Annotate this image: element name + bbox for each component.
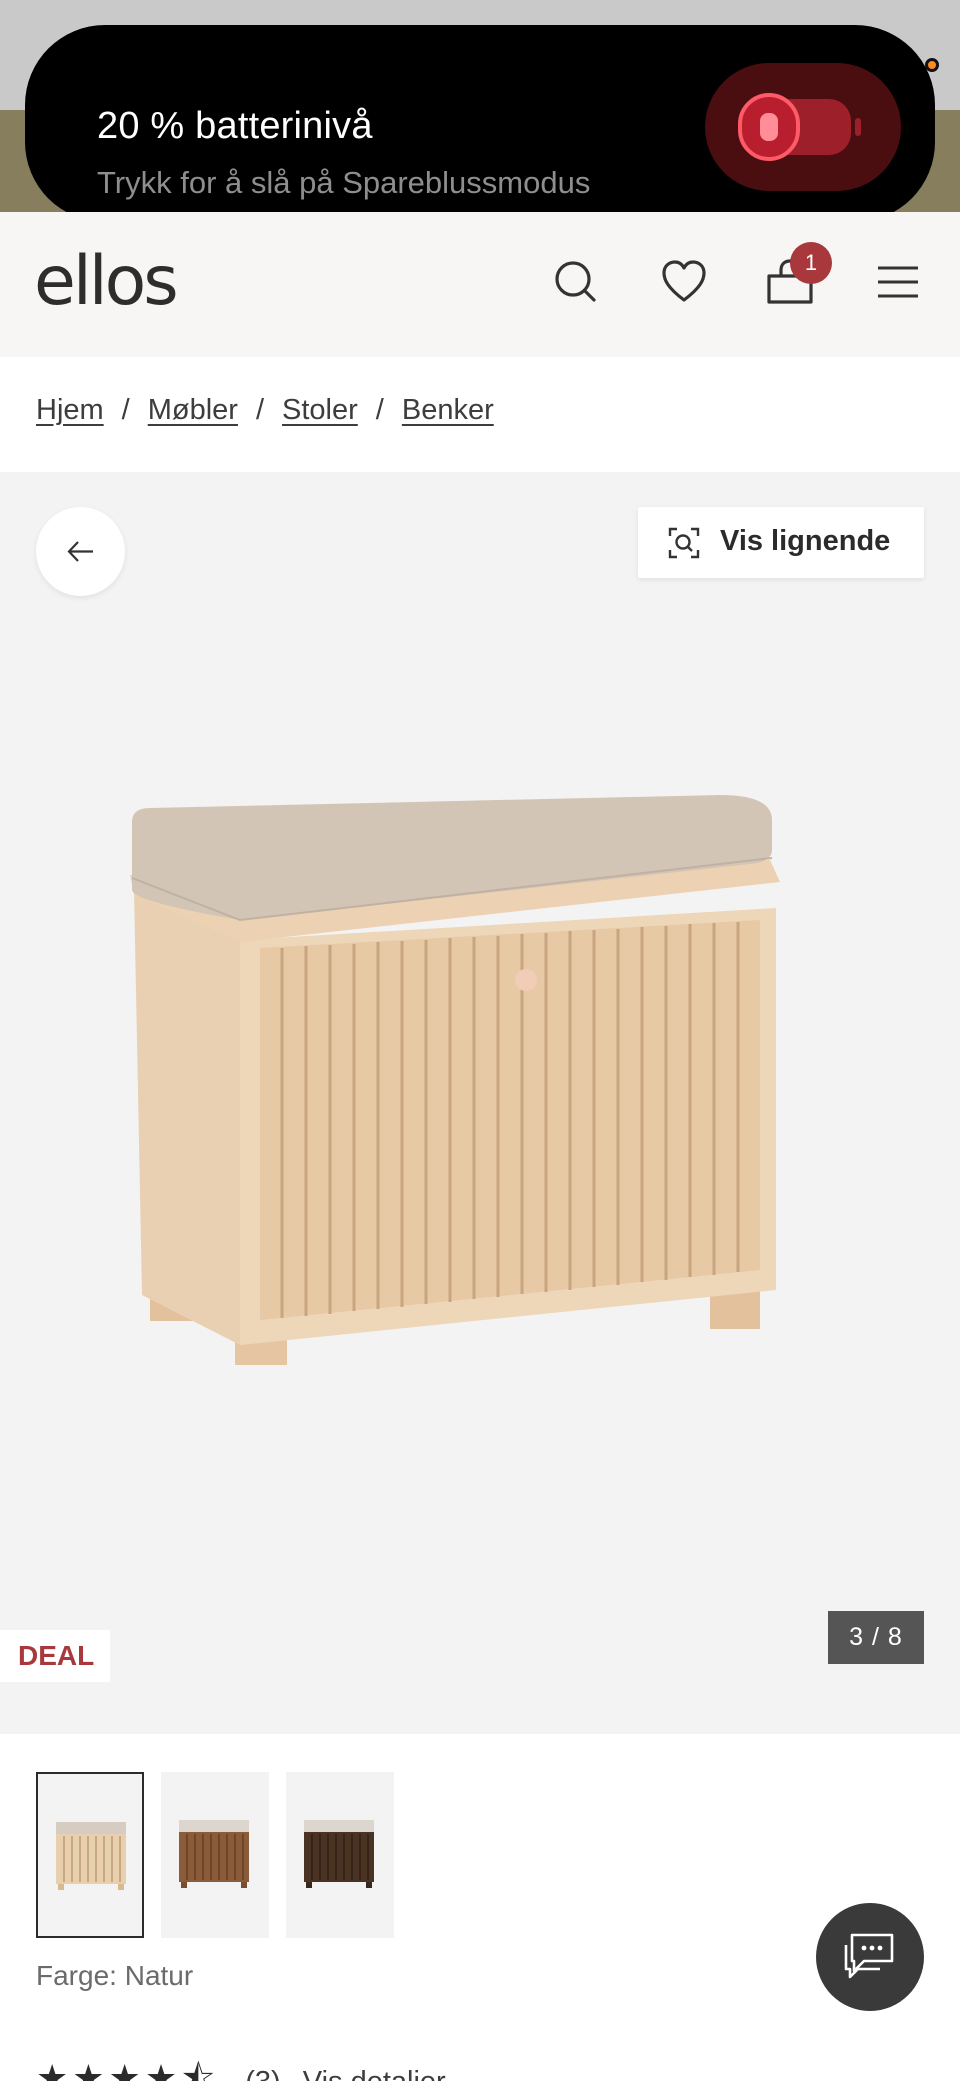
arrow-left-icon	[67, 541, 93, 562]
image-counter: 3 / 8	[828, 1611, 924, 1664]
selected-color-value: Natur	[124, 1960, 194, 1991]
product-page: 20 % batterinivå Trykk for å slå på Spar…	[0, 0, 960, 2081]
swatch-thumbnail-natur	[56, 1822, 126, 1890]
battery-notification[interactable]: 20 % batterinivå Trykk for å slå på Spar…	[25, 25, 935, 222]
swatch-thumbnail-dark-brown	[304, 1820, 374, 1888]
breadcrumb-separator: /	[121, 394, 130, 426]
battery-level-icon	[760, 113, 778, 141]
battery-notification-subtitle: Trykk for å slå på Spareblussmodus	[97, 165, 591, 200]
show-similar-label: Vis lignende	[720, 525, 891, 557]
battery-notification-title: 20 % batterinivå	[97, 105, 373, 147]
chat-button[interactable]	[816, 1903, 924, 2011]
breadcrumb-benches[interactable]: Benker	[402, 394, 494, 426]
menu-icon[interactable]	[868, 252, 928, 312]
show-similar-button[interactable]: Vis lignende	[638, 507, 924, 578]
breadcrumb-separator: /	[375, 394, 384, 426]
breadcrumb-furniture[interactable]: Møbler	[148, 394, 238, 426]
product-image[interactable]	[120, 790, 800, 1410]
breadcrumb-separator: /	[255, 394, 265, 426]
color-swatch-brown[interactable]	[161, 1772, 269, 1938]
breadcrumb: Hjem / Møbler / Stoler / Benker	[36, 394, 494, 427]
color-swatch-natur[interactable]	[36, 1772, 144, 1938]
cart-count-badge: 1	[790, 242, 832, 284]
breadcrumb-chairs[interactable]: Stoler	[282, 394, 358, 426]
search-icon[interactable]	[546, 252, 606, 312]
heart-icon[interactable]	[654, 252, 714, 312]
battery-cap-icon	[855, 118, 861, 136]
back-button[interactable]	[36, 507, 125, 596]
site-header: ellos 1	[0, 212, 960, 357]
ellos-logo[interactable]: ellos	[34, 242, 179, 321]
star-rating-icon: ★★★★⯪	[36, 2057, 220, 2081]
visual-search-icon	[668, 527, 700, 559]
review-count: (3)	[245, 2066, 280, 2081]
chat-bubble-icon	[844, 1933, 894, 1979]
color-label-prefix: Farge:	[36, 1960, 117, 1991]
toggle-knob	[738, 93, 800, 161]
deal-badge: DEAL	[0, 1630, 110, 1682]
rating-row: ★★★★⯪ (3) Vis detaljer	[36, 2052, 446, 2081]
low-power-toggle[interactable]	[705, 63, 901, 191]
color-swatch-dark-brown[interactable]	[286, 1772, 394, 1938]
color-label: Farge: Natur	[36, 1960, 193, 1992]
swatch-thumbnail-brown	[179, 1820, 249, 1888]
show-details-link[interactable]: Vis detaljer	[303, 2066, 446, 2081]
breadcrumb-home[interactable]: Hjem	[36, 394, 104, 426]
